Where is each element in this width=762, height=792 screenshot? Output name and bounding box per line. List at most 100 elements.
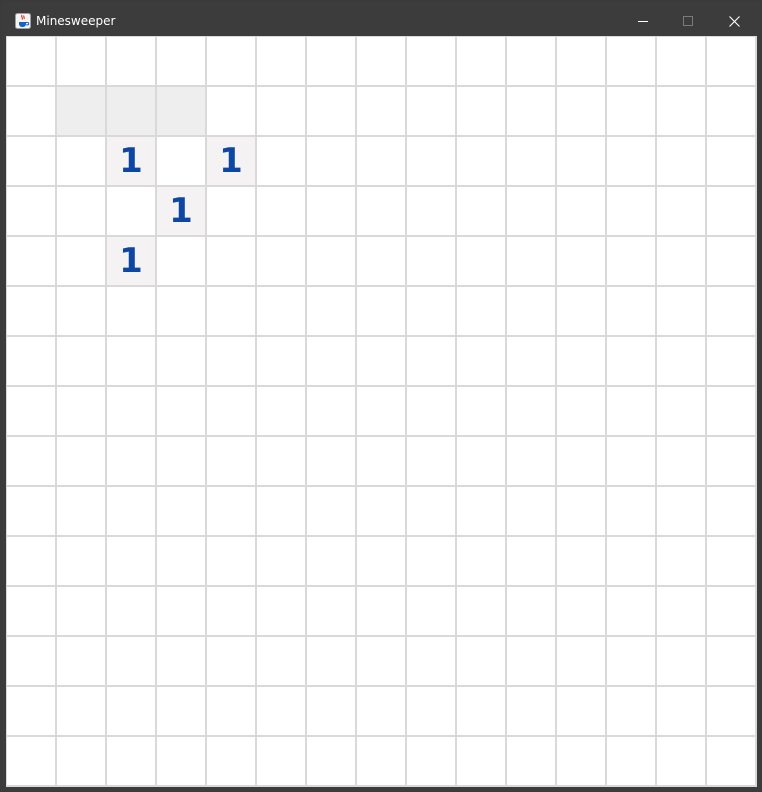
hidden-cell[interactable] (57, 237, 105, 285)
hidden-cell[interactable] (57, 287, 105, 335)
minimize-button[interactable] (620, 6, 666, 36)
hidden-cell[interactable] (307, 687, 355, 735)
hidden-cell[interactable] (7, 387, 55, 435)
hidden-cell[interactable] (707, 387, 755, 435)
hidden-cell[interactable] (157, 537, 205, 585)
hidden-cell[interactable] (357, 337, 405, 385)
hidden-cell[interactable] (107, 687, 155, 735)
hidden-cell[interactable] (507, 187, 555, 235)
hidden-cell[interactable] (507, 387, 555, 435)
hidden-cell[interactable] (157, 687, 205, 735)
hidden-cell[interactable] (207, 87, 255, 135)
hidden-cell[interactable] (157, 437, 205, 485)
hidden-cell[interactable] (457, 87, 505, 135)
hidden-cell[interactable] (107, 587, 155, 635)
hidden-cell[interactable] (607, 187, 655, 235)
hidden-cell[interactable] (407, 437, 455, 485)
hidden-cell[interactable] (7, 437, 55, 485)
hidden-cell[interactable] (657, 137, 705, 185)
hidden-cell[interactable] (57, 137, 105, 185)
hidden-cell[interactable] (407, 237, 455, 285)
hidden-cell[interactable] (57, 637, 105, 685)
hidden-cell[interactable] (457, 587, 505, 635)
hidden-cell[interactable] (607, 137, 655, 185)
hidden-cell[interactable] (57, 737, 105, 785)
hidden-cell[interactable] (107, 187, 155, 235)
hidden-cell[interactable] (557, 437, 605, 485)
hidden-cell[interactable] (257, 337, 305, 385)
hidden-cell[interactable] (257, 87, 305, 135)
hidden-cell[interactable] (7, 87, 55, 135)
hidden-cell[interactable] (357, 537, 405, 585)
hidden-cell[interactable] (507, 87, 555, 135)
hidden-cell[interactable] (507, 637, 555, 685)
hidden-cell[interactable] (557, 187, 605, 235)
hidden-cell[interactable] (657, 437, 705, 485)
hidden-cell[interactable] (457, 487, 505, 535)
hidden-cell[interactable] (507, 37, 555, 85)
hidden-cell[interactable] (157, 637, 205, 685)
hidden-cell[interactable] (307, 237, 355, 285)
hidden-cell[interactable] (707, 687, 755, 735)
hidden-cell[interactable] (357, 737, 405, 785)
hidden-cell[interactable] (707, 637, 755, 685)
hidden-cell[interactable] (407, 537, 455, 585)
hidden-cell[interactable] (7, 137, 55, 185)
hidden-cell[interactable] (107, 287, 155, 335)
hidden-cell[interactable] (357, 237, 405, 285)
hidden-cell[interactable] (407, 337, 455, 385)
hidden-cell[interactable] (307, 337, 355, 385)
hidden-cell[interactable] (357, 287, 405, 335)
hidden-cell[interactable] (257, 187, 305, 235)
hidden-cell[interactable] (657, 387, 705, 435)
hidden-cell[interactable] (657, 37, 705, 85)
hidden-cell[interactable] (407, 137, 455, 185)
hidden-cell[interactable] (407, 637, 455, 685)
hidden-cell[interactable] (257, 437, 305, 485)
hidden-cell[interactable] (57, 537, 105, 585)
hidden-cell[interactable] (357, 587, 405, 635)
hidden-cell[interactable] (607, 237, 655, 285)
hidden-cell[interactable] (357, 437, 405, 485)
hidden-cell[interactable] (307, 587, 355, 635)
hidden-cell[interactable] (107, 37, 155, 85)
hidden-cell[interactable] (307, 437, 355, 485)
hidden-cell[interactable] (607, 387, 655, 435)
hidden-cell[interactable] (457, 537, 505, 585)
hidden-cell[interactable] (557, 137, 605, 185)
hidden-cell[interactable] (157, 487, 205, 535)
hidden-cell[interactable] (357, 87, 405, 135)
hidden-cell[interactable] (707, 537, 755, 585)
hidden-cell[interactable] (507, 437, 555, 485)
hidden-cell[interactable] (607, 537, 655, 585)
hidden-cell[interactable] (457, 637, 505, 685)
hidden-cell[interactable] (657, 287, 705, 335)
hidden-cell[interactable] (157, 137, 205, 185)
hidden-cell[interactable] (307, 137, 355, 185)
hidden-cell[interactable] (707, 237, 755, 285)
hidden-cell[interactable] (7, 37, 55, 85)
hidden-cell[interactable] (407, 687, 455, 735)
hidden-cell[interactable] (7, 187, 55, 235)
hidden-cell[interactable] (357, 137, 405, 185)
hidden-cell[interactable] (507, 587, 555, 635)
hidden-cell[interactable] (407, 737, 455, 785)
hidden-cell[interactable] (257, 137, 305, 185)
hidden-cell[interactable] (7, 637, 55, 685)
hidden-cell[interactable] (607, 637, 655, 685)
hidden-cell[interactable] (357, 687, 405, 735)
hidden-cell[interactable] (557, 537, 605, 585)
hidden-cell[interactable] (707, 737, 755, 785)
hidden-cell[interactable] (407, 387, 455, 435)
hidden-cell[interactable] (657, 87, 705, 135)
hidden-cell[interactable] (407, 287, 455, 335)
hidden-cell[interactable] (557, 237, 605, 285)
hidden-cell[interactable] (507, 487, 555, 535)
hidden-cell[interactable] (107, 437, 155, 485)
hidden-cell[interactable] (57, 187, 105, 235)
hidden-cell[interactable] (557, 587, 605, 635)
hidden-cell[interactable] (257, 637, 305, 685)
hidden-cell[interactable] (657, 537, 705, 585)
hidden-cell[interactable] (407, 187, 455, 235)
hidden-cell[interactable] (307, 537, 355, 585)
